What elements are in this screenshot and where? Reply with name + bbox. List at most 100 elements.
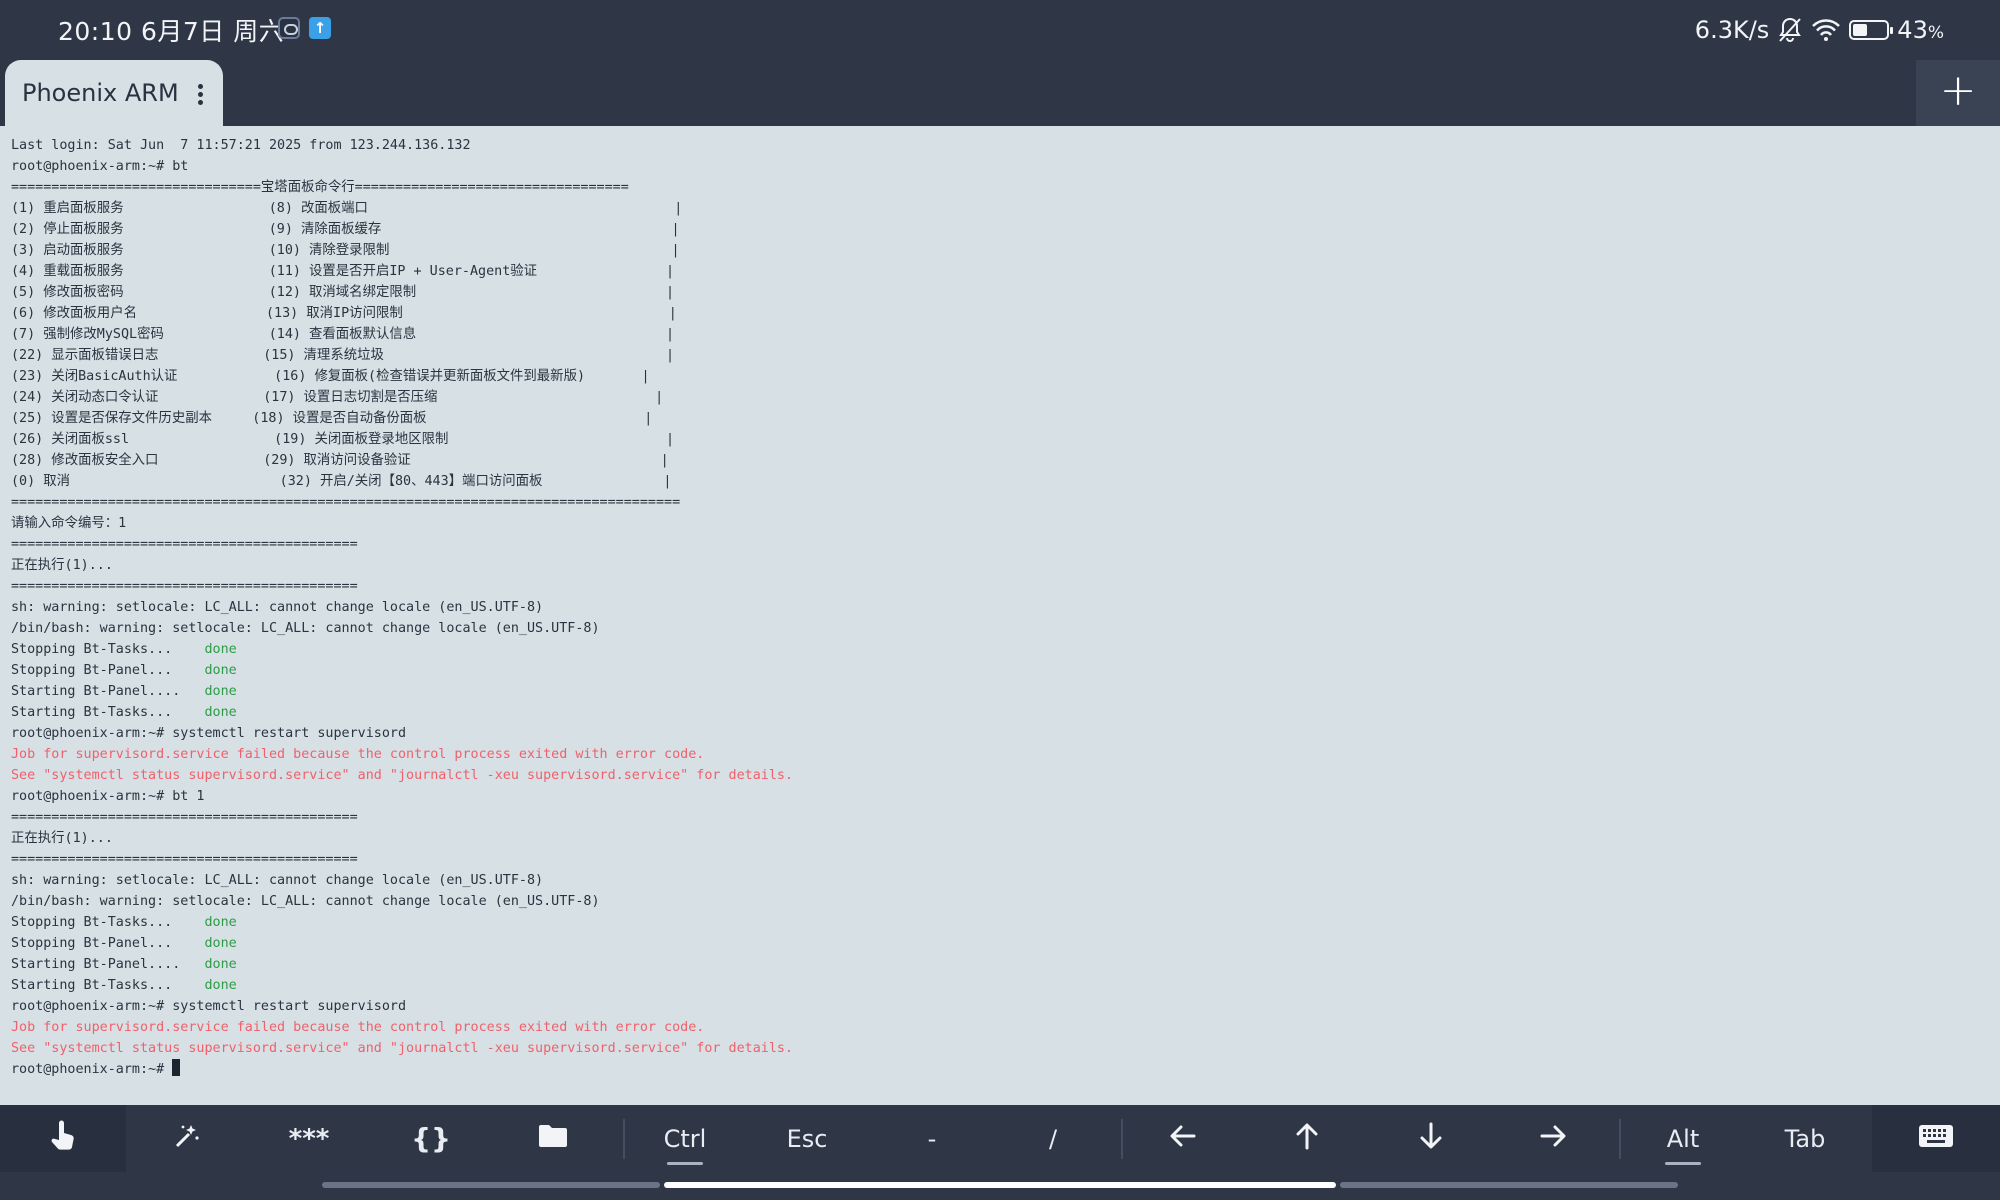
up-arrow-key[interactable] [1246, 1105, 1368, 1172]
terminal-line: ========================================… [11, 807, 2000, 828]
terminal-line: sh: warning: setlocale: LC_ALL: cannot c… [11, 597, 2000, 618]
arrow-right-icon [1538, 1122, 1568, 1156]
terminal-line-text: (5) 修改面板密码 (12) 取消域名绑定限制 | [11, 285, 675, 300]
terminal-line-text: (26) 关闭面板ssl (19) 关闭面板登录地区限制 | [11, 432, 675, 447]
terminal-line-text: Stopping Bt-Tasks... [11, 642, 205, 657]
terminal-line: (26) 关闭面板ssl (19) 关闭面板登录地区限制 | [11, 429, 2000, 450]
terminal-line: 正在执行(1)... [11, 828, 2000, 849]
terminal-output[interactable]: Last login: Sat Jun 7 11:57:21 2025 from… [0, 126, 2000, 1105]
terminal-line-text: ===============================宝塔面板命令行==… [11, 180, 629, 195]
terminal-line-text: Starting Bt-Panel.... [11, 957, 205, 972]
terminal-line: ========================================… [11, 849, 2000, 870]
terminal-line-text: sh: warning: setlocale: LC_ALL: cannot c… [11, 600, 544, 615]
terminal-line-text: (22) 显示面板错误日志 (15) 清理系统垃圾 | [11, 348, 675, 363]
extra-keys-bar: *** {} Ctrl Esc - / Alt Tab [0, 1105, 2000, 1172]
terminal-line-text: /bin/bash: warning: setlocale: LC_ALL: c… [11, 894, 600, 909]
terminal-line: (4) 重载面板服务 (11) 设置是否开启IP + User-Agent验证 … [11, 261, 2000, 282]
terminal-error-line: Job for supervisord.service failed becau… [11, 1017, 2000, 1038]
terminal-line: root@phoenix-arm:~# systemctl restart su… [11, 723, 2000, 744]
left-arrow-key[interactable] [1124, 1105, 1242, 1172]
terminal-line: /bin/bash: warning: setlocale: LC_ALL: c… [11, 891, 2000, 912]
magic-wand-icon [173, 1122, 201, 1156]
terminal-error-line: See "systemctl status supervisord.servic… [11, 765, 2000, 786]
terminal-line: (24) 关闭动态口令认证 (17) 设置日志切割是否压缩 | [11, 387, 2000, 408]
terminal-line-text: ========================================… [11, 852, 358, 867]
terminal-line: (28) 修改面板安全入口 (29) 取消访问设备验证 | [11, 450, 2000, 471]
terminal-line-text: (7) 强制修改MySQL密码 (14) 查看面板默认信息 | [11, 327, 675, 342]
terminal-line: Stopping Bt-Panel... done [11, 933, 2000, 954]
separator [623, 1119, 625, 1159]
esc-key[interactable]: Esc [748, 1105, 866, 1172]
terminal-line: 请输入命令编号：1 [11, 513, 2000, 534]
terminal-line-text: (2) 停止面板服务 (9) 清除面板缓存 | [11, 222, 680, 237]
terminal-line: Stopping Bt-Tasks... done [11, 639, 2000, 660]
terminal-line-text: /bin/bash: warning: setlocale: LC_ALL: c… [11, 621, 600, 636]
magic-button[interactable] [128, 1105, 246, 1172]
terminal-line-text: root@phoenix-arm:~# [11, 1062, 173, 1077]
terminal-line: Stopping Bt-Panel... done [11, 660, 2000, 681]
password-button[interactable]: *** [250, 1105, 368, 1172]
status-done: done [204, 915, 237, 930]
terminal-line-text: 正在执行(1)... [11, 558, 113, 573]
terminal-line-text: sh: warning: setlocale: LC_ALL: cannot c… [11, 873, 544, 888]
status-done: done [204, 978, 237, 993]
terminal-line: Stopping Bt-Tasks... done [11, 912, 2000, 933]
terminal-line: root@phoenix-arm:~# systemctl restart su… [11, 996, 2000, 1017]
status-done: done [204, 705, 237, 720]
nav-segment [1340, 1182, 1678, 1188]
terminal-line-text: ========================================… [11, 537, 358, 552]
down-arrow-key[interactable] [1370, 1105, 1492, 1172]
hand-pointer-icon [48, 1119, 78, 1159]
terminal-line: (3) 启动面板服务 (10) 清除登录限制 | [11, 240, 2000, 261]
terminal-line-text: 请输入命令编号：1 [11, 516, 127, 531]
nav-segment [322, 1182, 660, 1188]
tab-session[interactable]: Phoenix ARM [5, 60, 223, 126]
alt-key[interactable]: Alt [1622, 1105, 1744, 1172]
terminal-line: (5) 修改面板密码 (12) 取消域名绑定限制 | [11, 282, 2000, 303]
chat-app-icon [278, 17, 300, 39]
snippets-button[interactable]: {} [372, 1105, 490, 1172]
right-arrow-key[interactable] [1494, 1105, 1612, 1172]
status-indicators: 6.3K/s 43% [1695, 12, 1944, 48]
text-cursor [172, 1059, 181, 1076]
terminal-line: /bin/bash: warning: setlocale: LC_ALL: c… [11, 618, 2000, 639]
terminal-line-text: ========================================… [11, 495, 681, 510]
tab-key[interactable]: Tab [1746, 1105, 1864, 1172]
wifi-icon [1811, 18, 1841, 42]
terminal-line-text: root@phoenix-arm:~# systemctl restart su… [11, 726, 407, 741]
new-tab-button[interactable]: + [1916, 60, 2000, 126]
keyboard-toggle-button[interactable] [1872, 1105, 2000, 1172]
tab-title: Phoenix ARM [22, 79, 179, 107]
terminal-line-text: Starting Bt-Tasks... [11, 705, 205, 720]
battery-icon [1849, 20, 1894, 40]
ctrl-key[interactable]: Ctrl [626, 1105, 744, 1172]
nav-home-indicator[interactable] [664, 1182, 1336, 1188]
terminal-line-text: Stopping Bt-Tasks... [11, 915, 205, 930]
slash-key[interactable]: / [994, 1105, 1112, 1172]
terminal-line-text: Last login: Sat Jun 7 11:57:21 2025 from… [11, 138, 471, 153]
terminal-line: (6) 修改面板用户名 (13) 取消IP访问限制 | [11, 303, 2000, 324]
terminal-line: ========================================… [11, 492, 2000, 513]
tab-bar: Phoenix ARM + [0, 60, 2000, 126]
files-button[interactable] [494, 1105, 612, 1172]
terminal-line-text: (6) 修改面板用户名 (13) 取消IP访问限制 | [11, 306, 677, 321]
terminal-line-text: (0) 取消 (32) 开启/关闭【80、443】端口访问面板 | [11, 474, 672, 489]
terminal-line-text: root@phoenix-arm:~# bt [11, 159, 189, 174]
terminal-line: Starting Bt-Panel.... done [11, 681, 2000, 702]
navigation-bar [0, 1172, 2000, 1200]
terminal-line-text: (1) 重启面板服务 (8) 改面板端口 | [11, 201, 683, 216]
terminal-line-text: ========================================… [11, 579, 358, 594]
more-vert-icon[interactable] [198, 84, 204, 105]
dash-key[interactable]: - [870, 1105, 994, 1172]
bell-muted-icon [1777, 16, 1803, 44]
terminal-line-text: Job for supervisord.service failed becau… [11, 1020, 705, 1035]
terminal-line: root@phoenix-arm:~# [11, 1059, 2000, 1080]
terminal-line-text: ========================================… [11, 810, 358, 825]
touch-mode-button[interactable] [0, 1105, 126, 1172]
status-bar: 20:10 6月7日 周六 ↑ 6.3K/s 43% [0, 0, 2000, 60]
terminal-line: (25) 设置是否保存文件历史副本 (18) 设置是否自动备份面板 | [11, 408, 2000, 429]
terminal-line: sh: warning: setlocale: LC_ALL: cannot c… [11, 870, 2000, 891]
separator [1121, 1119, 1123, 1159]
terminal-line: (0) 取消 (32) 开启/关闭【80、443】端口访问面板 | [11, 471, 2000, 492]
terminal-line-text: (3) 启动面板服务 (10) 清除登录限制 | [11, 243, 680, 258]
